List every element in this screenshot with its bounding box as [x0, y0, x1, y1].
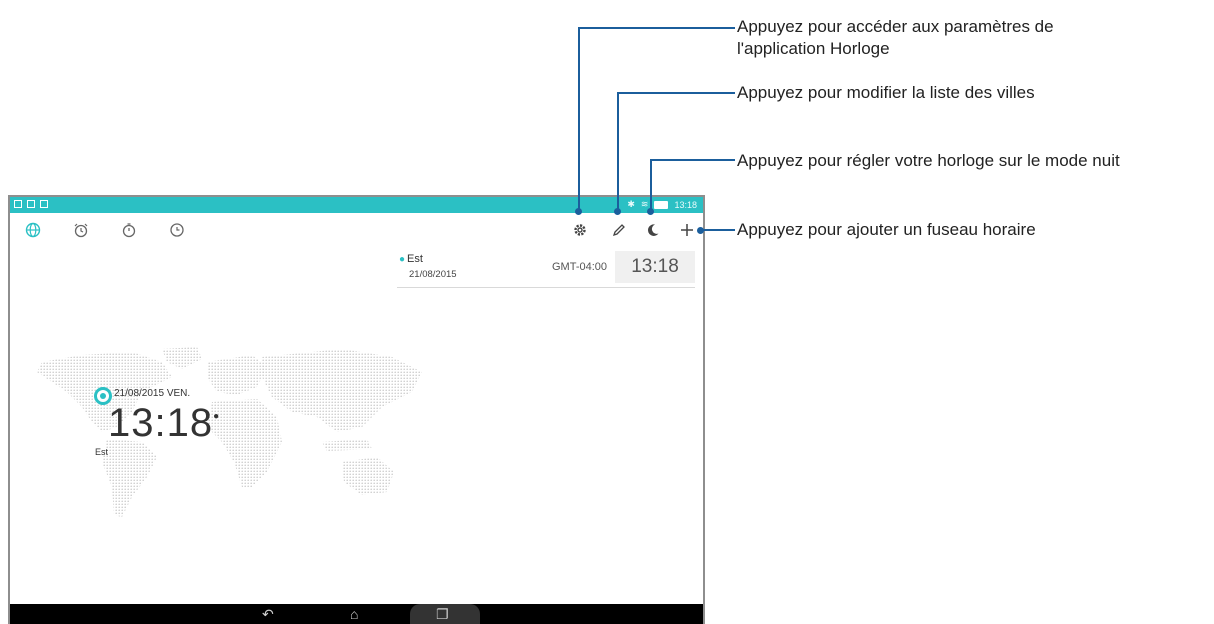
- callout-line-add: [701, 229, 735, 231]
- city-time: 13:18: [615, 251, 695, 283]
- callout-dot: [647, 208, 654, 215]
- settings-icon[interactable]: [571, 221, 589, 239]
- back-icon[interactable]: ↶: [262, 606, 274, 622]
- callout-settings-line2: l'application Horloge: [737, 39, 890, 58]
- callout-night: Appuyez pour régler votre horloge sur le…: [737, 151, 1120, 170]
- callout-settings-line1: Appuyez pour accéder aux paramètres de: [737, 17, 1054, 36]
- status-bar: ✱ ≋ 13:18: [10, 197, 703, 213]
- bluetooth-icon: ✱: [627, 199, 635, 209]
- globe-icon[interactable]: [24, 221, 42, 239]
- clock-toolbar: [10, 213, 703, 247]
- navigation-bar: ↶ ⌂ ❐: [10, 604, 703, 624]
- callout-line-settings-h: [578, 27, 735, 29]
- location-pin-icon: ●: [213, 411, 221, 422]
- local-city: Est: [95, 447, 109, 457]
- local-time: 13:18●: [108, 401, 220, 446]
- callout-line-settings: [578, 27, 580, 211]
- timer-icon[interactable]: [168, 221, 186, 239]
- city-name: ● Est: [399, 253, 423, 265]
- status-time: 13:18: [674, 199, 697, 210]
- city-name-label: Est: [407, 253, 423, 265]
- stopwatch-icon[interactable]: [120, 221, 138, 239]
- local-date: 21/08/2015 VEN.: [114, 388, 191, 399]
- home-icon[interactable]: ⌂: [350, 606, 358, 622]
- world-map: [37, 347, 422, 517]
- edit-icon[interactable]: [610, 221, 628, 239]
- location-pin-icon: ●: [399, 254, 406, 265]
- city-date: 21/08/2015: [409, 269, 457, 280]
- callout-dot: [697, 227, 704, 234]
- city-list-item[interactable]: ● Est 21/08/2015 GMT-04:00 13:18: [397, 249, 695, 288]
- notification-icon: [40, 200, 48, 208]
- tablet-screen: ✱ ≋ 13:18 ● Est 21/08/2015 GMT-04:00 13:…: [8, 195, 705, 624]
- callout-add: Appuyez pour ajouter un fuseau horaire: [737, 220, 1036, 239]
- city-gmt-offset: GMT-04:00: [552, 261, 608, 273]
- add-icon[interactable]: [678, 221, 696, 239]
- callout-line-edit: [617, 92, 619, 210]
- callout-line-night: [650, 159, 652, 210]
- notification-icon: [27, 200, 35, 208]
- night-mode-icon[interactable]: [644, 221, 662, 239]
- alarm-icon[interactable]: [72, 221, 90, 239]
- callout-line-night-h: [650, 159, 735, 161]
- local-time-value: 13:18: [108, 401, 214, 445]
- callout-dot: [575, 208, 582, 215]
- callout-line-edit-h: [617, 92, 735, 94]
- callout-dot: [614, 208, 621, 215]
- recents-icon[interactable]: ❐: [436, 606, 449, 622]
- callout-edit: Appuyez pour modifier la liste des ville…: [737, 83, 1035, 102]
- battery-icon: [654, 200, 669, 209]
- notification-icon: [14, 200, 22, 208]
